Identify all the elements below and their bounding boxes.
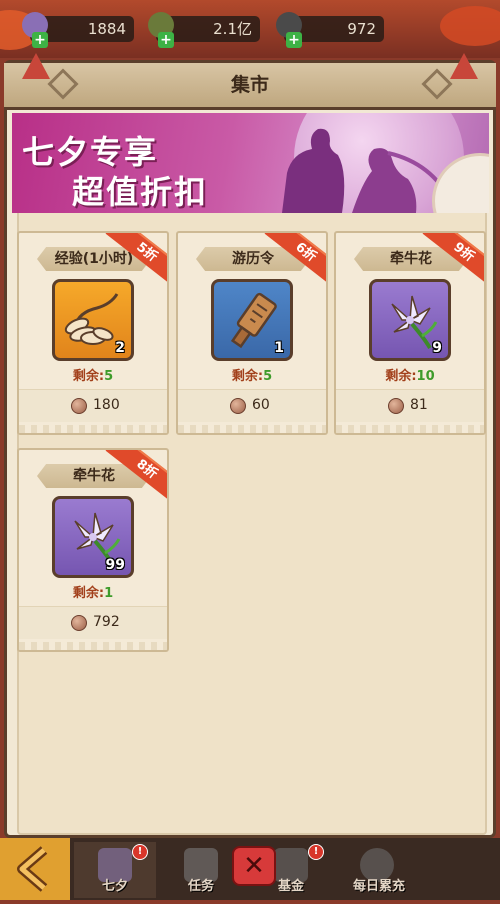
price-button[interactable]: 792 [19,606,167,639]
tab-daily-recharge[interactable]: 每日累充 [336,842,422,898]
item-quantity: 9 [432,340,442,356]
item-price: 60 [252,397,270,413]
remaining-count: 剩余:1 [72,586,114,601]
shop-item-card[interactable]: 经验(1小时) 5折 2 剩余:5 180 [17,231,169,435]
coin-icon [71,615,87,631]
card-border [19,425,167,433]
item-price: 81 [410,397,428,413]
decorative-leaf [440,6,500,46]
resource-value: 2.1亿 [213,20,252,38]
close-button[interactable]: ✕ [232,846,276,886]
coin-icon [71,398,87,414]
remaining-count: 剩余:10 [385,369,435,384]
add-coins-button[interactable]: + [286,32,302,48]
remaining-count: 剩余:5 [72,369,114,384]
card-border [19,642,167,650]
shop-item-card[interactable]: 牵牛花 9折 9 剩余:10 81 [334,231,486,435]
resource-feathers: + 2.1亿 [148,12,260,48]
tab-label: 任务 [187,879,214,894]
notification-badge: ! [132,844,148,860]
coin-icon [388,398,404,414]
price-button[interactable]: 81 [336,389,484,422]
remaining-count: 剩余:5 [231,369,273,384]
add-feathers-button[interactable]: + [158,32,174,48]
tab-label: 每日累充 [352,879,405,894]
resource-value: 1884 [87,20,126,38]
panel-header: 集市 [4,53,496,110]
item-icon-frame: 99 [52,496,134,578]
item-icon-frame: 2 [52,279,134,361]
item-quantity: 2 [115,340,125,356]
resource-coins: + 972 [276,12,384,48]
item-price: 792 [93,614,120,630]
item-quantity: 99 [105,557,125,573]
tab-label: 七夕 [101,879,128,894]
coin-icon [230,398,246,414]
item-icon-frame: 1 [211,279,293,361]
resource-bar: + 1884 + 2.1亿 + 972 [0,0,500,58]
item-icon-frame: 9 [369,279,451,361]
chevron-left-icon [17,846,48,892]
tab-tasks[interactable]: 任务 [160,842,242,898]
resource-value: 972 [347,20,376,38]
card-border [178,425,326,433]
page-title: 集市 [230,74,269,96]
item-quantity: 1 [274,340,284,356]
notification-badge: ! [308,844,324,860]
close-icon: ✕ [243,851,265,881]
shop-item-card[interactable]: 牵牛花 8折 99 剩余:1 792 [17,448,169,652]
price-button[interactable]: 60 [178,389,326,422]
price-button[interactable]: 180 [19,389,167,422]
resource-flowers: + 1884 [22,12,134,48]
bottom-nav: ! 七夕 任务 ! 基金 每日累充 ✕ [0,838,500,900]
tab-qixi[interactable]: ! 七夕 [74,842,156,898]
banner-subtitle: 超值折扣 [72,173,209,211]
shop-item-card[interactable]: 游历令 6折 1 剩余:5 60 [176,231,328,435]
card-border [336,425,484,433]
item-price: 180 [93,397,120,413]
back-button[interactable] [0,838,70,900]
qixi-sale-banner: 七夕专享 超值折扣 [12,113,489,213]
add-flowers-button[interactable]: + [32,32,48,48]
